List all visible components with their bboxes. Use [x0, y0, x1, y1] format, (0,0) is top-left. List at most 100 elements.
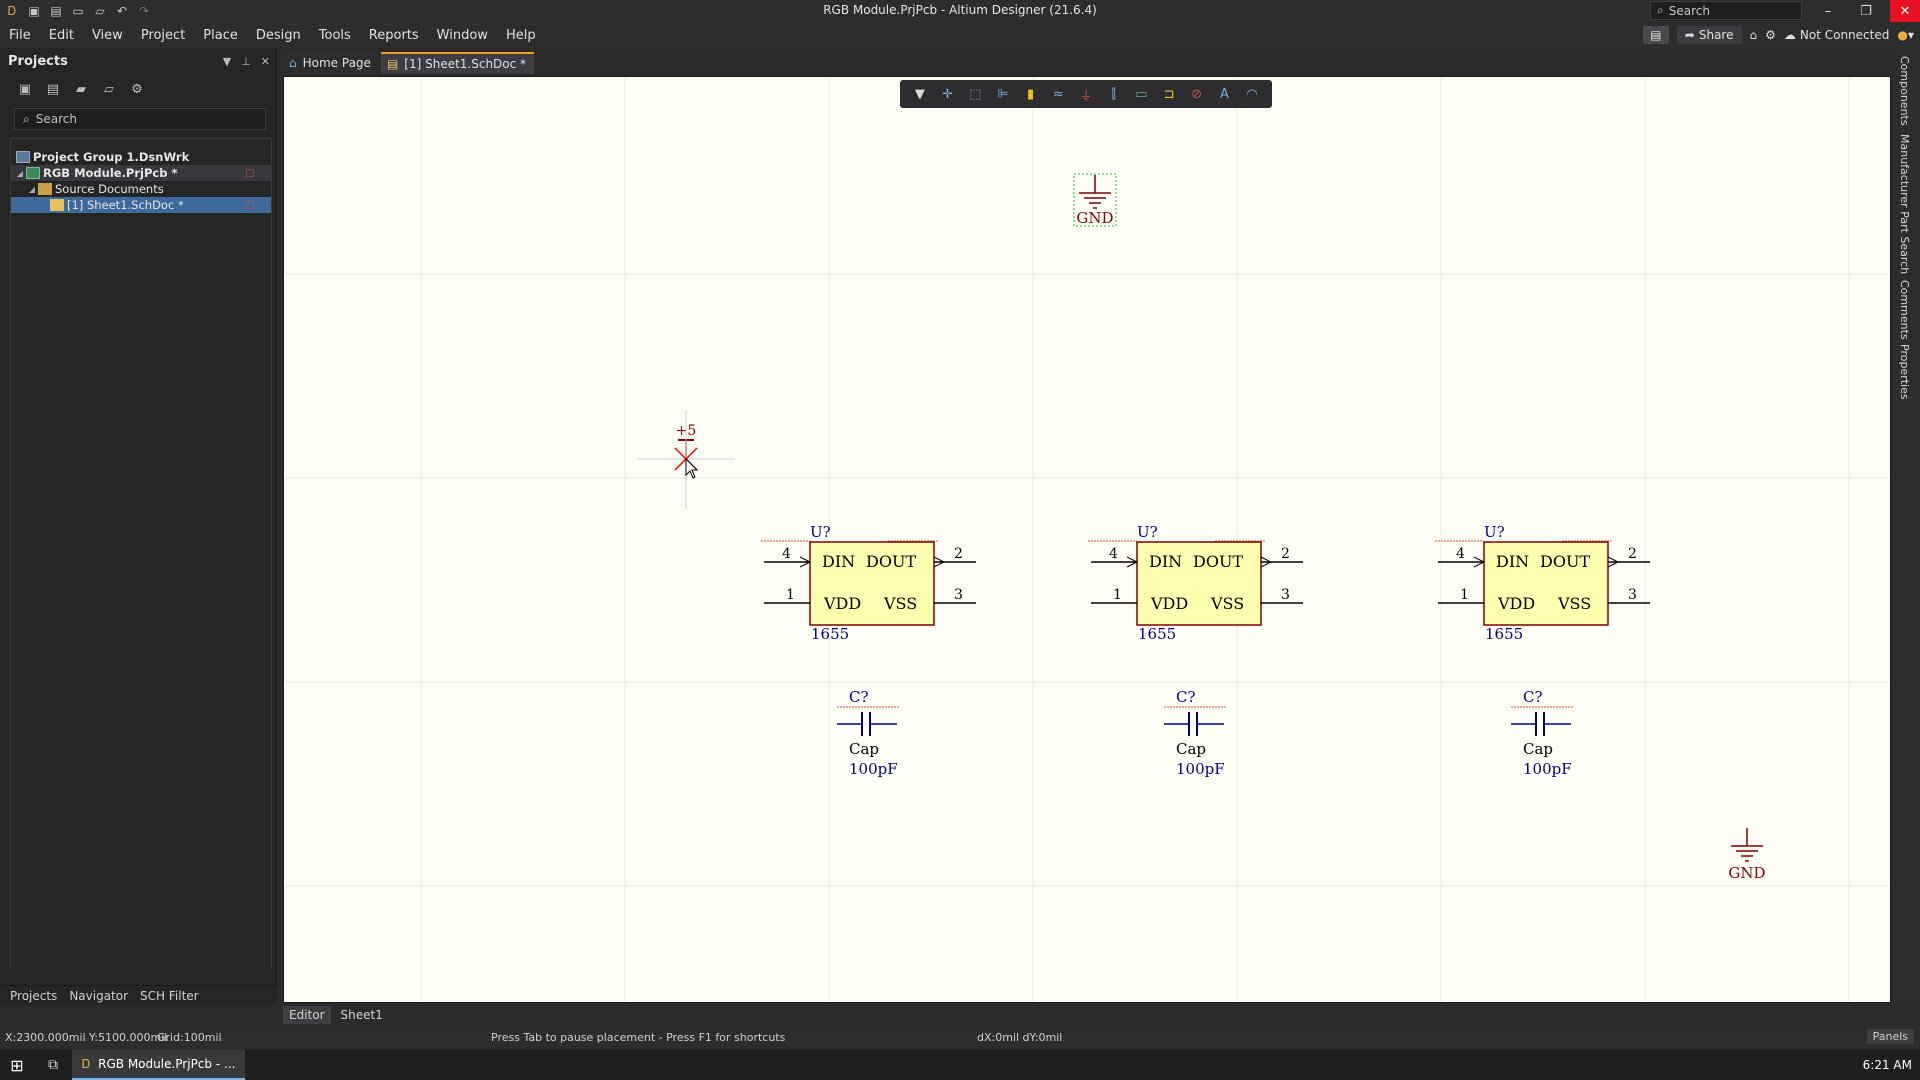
capacitor-component-1[interactable]: C? Cap 100pF	[837, 688, 899, 778]
maximize-button[interactable]: ❐	[1848, 0, 1884, 22]
panel-tab-comments[interactable]: Comments	[1898, 280, 1911, 340]
chevron-down-icon: ▼	[1907, 30, 1914, 40]
power-port-icon[interactable]: ⏚	[1075, 84, 1097, 104]
close-button[interactable]: ✕	[1890, 0, 1920, 22]
taskbar-app-altium[interactable]: Ꭰ RGB Module.PrjPcb - ...	[72, 1050, 246, 1080]
pin-name: DIN	[822, 552, 855, 571]
settings-button[interactable]: ⚙	[1765, 26, 1776, 44]
directive-icon[interactable]: ⊘	[1186, 84, 1208, 104]
projects-toolbar: ▣ ▤ ▰ ▱ ⚙	[0, 74, 276, 104]
tab-sheet1-schdoc[interactable]: ▤ [1] Sheet1.SchDoc *	[380, 52, 535, 74]
tab-home-page[interactable]: ⌂ Home Page	[283, 52, 379, 74]
expand-triangle-icon[interactable]: ◢	[15, 169, 25, 178]
bus-icon[interactable]: ⫿	[1103, 84, 1125, 104]
save-all-projects-icon[interactable]: ▤	[44, 80, 62, 98]
tree-item-sheet1[interactable]: [1] Sheet1.SchDoc * ▢	[11, 197, 271, 213]
gnd-power-port-bottom[interactable]: GND	[1728, 828, 1766, 882]
ic-component-2[interactable]: U? 4 DIN 2 DOUT 1 VDD 3 VSS 1655	[1088, 523, 1303, 643]
folder-icon	[38, 183, 52, 195]
ic-component-1[interactable]: U? 4 DIN 2 DOUT 1 VDD 3 VSS 1655	[761, 523, 976, 643]
ic-component-3[interactable]: U? 4 DIN 2 DOUT 1 VDD 3 VSS 1655	[1435, 523, 1650, 643]
expand-triangle-icon[interactable]: ◢	[27, 185, 37, 194]
menu-project[interactable]: Project	[132, 22, 194, 48]
tab-sch-filter[interactable]: SCH Filter	[140, 989, 199, 1003]
pcb-project-icon	[26, 167, 40, 179]
menu-place[interactable]: Place	[194, 22, 247, 48]
align-icon[interactable]: ⊫	[992, 84, 1014, 104]
menu-file[interactable]: File	[0, 22, 40, 48]
schematic-sheet[interactable]: GND +5 U? 4 DIN 2 DOUT 1 VDD 3 VSS 1655 …	[284, 77, 1891, 1003]
tree-item-project-group[interactable]: Project Group 1.DsnWrk	[11, 149, 271, 165]
pin-name: VSS	[1210, 594, 1244, 613]
pin-number: 2	[1628, 546, 1637, 562]
project-settings-icon[interactable]: ⚙	[128, 80, 146, 98]
tab-navigator[interactable]: Navigator	[69, 989, 128, 1003]
capacitor-component-3[interactable]: C? Cap 100pF	[1511, 688, 1573, 778]
schematic-canvas[interactable]: GND +5 U? 4 DIN 2 DOUT 1 VDD 3 VSS 1655 …	[283, 76, 1891, 1003]
panel-menu-icon[interactable]: ▼	[223, 55, 231, 68]
active-bar-toolbar: ▼ ✛ ⬚ ⊫ ▮ ≈ ⏚ ⫿ ▭ ⊐ ⊘ A ◠	[900, 80, 1272, 108]
task-view-button[interactable]: ⧉	[34, 1050, 72, 1080]
save-all-icon[interactable]: ▤	[48, 3, 64, 19]
user-avatar[interactable]: ● ▼	[1897, 26, 1914, 44]
close-project-icon[interactable]: ▱	[100, 80, 118, 98]
tree-item-source-documents[interactable]: ◢ Source Documents	[11, 181, 271, 197]
pin-icon[interactable]: ⊥	[241, 55, 251, 68]
share-button[interactable]: ➦ Share	[1676, 26, 1742, 44]
home-button[interactable]: ⌂	[1750, 26, 1758, 44]
wire-icon[interactable]: ≈	[1047, 84, 1069, 104]
panels-button[interactable]: Panels	[1866, 1029, 1914, 1044]
tree-item-project[interactable]: ◢ RGB Module.PrjPcb * ▢	[11, 165, 271, 181]
open-icon[interactable]: ▭	[70, 3, 86, 19]
avatar-icon: ●	[1897, 28, 1908, 42]
comment-button[interactable]: ▤	[1642, 26, 1669, 44]
title-bar: Ꭰ ▣ ▤ ▭ ▱ ↶ ↷ RGB Module.PrjPcb - Altium…	[0, 0, 1920, 22]
tab-editor[interactable]: Editor	[283, 1006, 331, 1024]
home-icon: ⌂	[289, 56, 297, 70]
menu-view[interactable]: View	[83, 22, 132, 48]
place-part-icon[interactable]: ▮	[1020, 84, 1042, 104]
capacitor-component-2[interactable]: C? Cap 100pF	[1164, 688, 1226, 778]
undo-icon[interactable]: ↶	[114, 3, 130, 19]
select-rect-icon[interactable]: ⬚	[964, 84, 986, 104]
projects-panel-header: Projects ▼ ⊥ ✕	[0, 48, 276, 74]
panel-tab-manufacturer-part-search[interactable]: Manufacturer Part Search	[1898, 134, 1911, 274]
cursor-delta: dX:0mil dY:0mil	[977, 1031, 1063, 1044]
panel-close-icon[interactable]: ✕	[261, 55, 270, 68]
cap-designator: C?	[849, 688, 869, 706]
menu-tools[interactable]: Tools	[310, 22, 360, 48]
tab-sheet1[interactable]: Sheet1	[335, 1006, 389, 1024]
redo-icon[interactable]: ↷	[136, 3, 152, 19]
menu-help[interactable]: Help	[497, 22, 545, 48]
minimize-button[interactable]: –	[1810, 0, 1846, 22]
harness-icon[interactable]: ▭	[1130, 84, 1152, 104]
menu-window[interactable]: Window	[428, 22, 497, 48]
open-folder-icon[interactable]: ▰	[72, 80, 90, 98]
menu-reports[interactable]: Reports	[360, 22, 428, 48]
save-project-icon[interactable]: ▣	[16, 80, 34, 98]
search-icon: ⌕	[23, 111, 30, 126]
text-icon[interactable]: A	[1213, 84, 1235, 104]
tab-projects[interactable]: Projects	[10, 989, 57, 1003]
arc-icon[interactable]: ◠	[1241, 84, 1263, 104]
projects-search-input[interactable]: ⌕ Search	[14, 108, 266, 130]
menu-edit[interactable]: Edit	[40, 22, 83, 48]
windows-start-button[interactable]: ⊞	[0, 1050, 34, 1080]
editor-tabs: Editor Sheet1	[283, 1005, 389, 1025]
pin-name: VSS	[1557, 594, 1591, 613]
save-icon[interactable]: ▣	[26, 3, 42, 19]
port-icon[interactable]: ⊐	[1158, 84, 1180, 104]
pin-number: 2	[954, 546, 963, 562]
gnd-power-port-top[interactable]: GND	[1073, 173, 1117, 227]
panel-tab-components[interactable]: Components	[1898, 56, 1911, 126]
menu-design[interactable]: Design	[247, 22, 310, 48]
panel-tab-properties[interactable]: Properties	[1898, 344, 1911, 400]
move-icon[interactable]: ✛	[937, 84, 959, 104]
filter-icon[interactable]: ▼	[909, 84, 931, 104]
global-search-input[interactable]: ⌕ Search	[1650, 1, 1802, 20]
status-hint: Press Tab to pause placement - Press F1 …	[491, 1031, 786, 1044]
pin-name: VDD	[1497, 594, 1535, 613]
open-project-icon[interactable]: ▱	[92, 3, 108, 19]
ic-comment: 1655	[1485, 625, 1523, 643]
connection-status[interactable]: ☁ Not Connected	[1784, 26, 1889, 44]
